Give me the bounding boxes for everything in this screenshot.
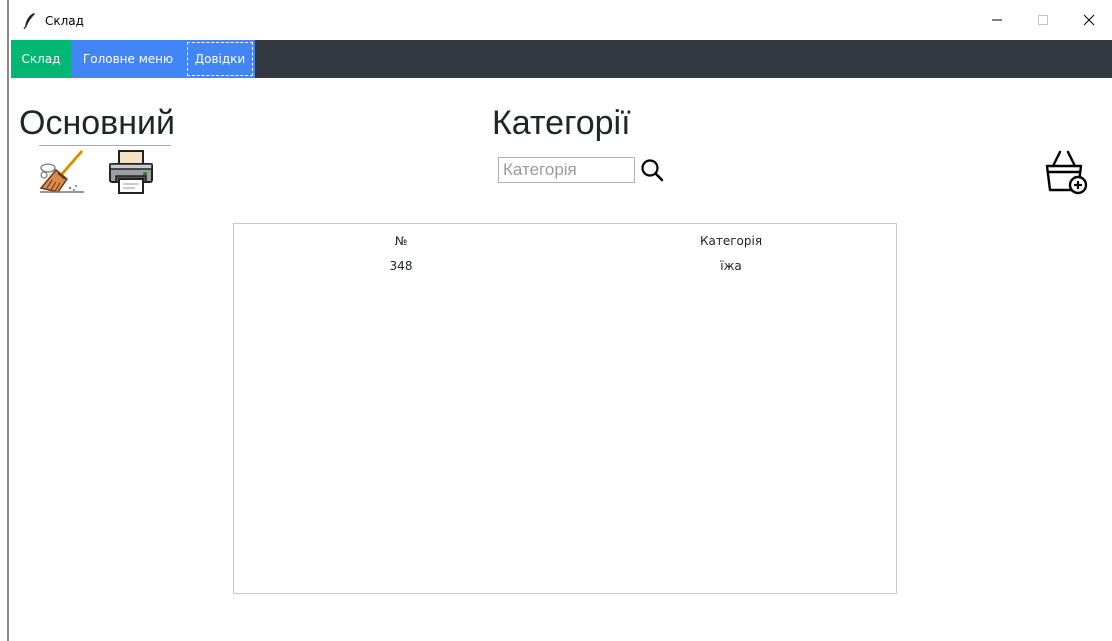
search-icon	[641, 159, 664, 182]
add-category-button[interactable]	[1041, 148, 1093, 196]
menu-references-button[interactable]: Довідки	[185, 40, 255, 78]
column-header-category[interactable]: Категорія	[700, 234, 762, 248]
minimize-button[interactable]	[974, 0, 1020, 40]
basket-add-icon	[1045, 150, 1088, 195]
print-button[interactable]	[107, 148, 155, 196]
menu-sklad-button[interactable]: Склад	[11, 40, 71, 78]
title-bar: Склад	[11, 0, 1112, 40]
window-left-edge	[0, 0, 9, 641]
window-title: Склад	[45, 14, 84, 28]
title-separator	[39, 145, 171, 146]
clear-button[interactable]	[38, 148, 86, 196]
broom-icon	[39, 150, 84, 193]
app-window: Склад Склад Головне меню Довідки Основни…	[11, 0, 1112, 641]
maximize-icon	[1038, 15, 1048, 25]
column-header-number[interactable]: №	[395, 234, 407, 248]
focus-outline	[187, 42, 253, 76]
cell-category: їжа	[720, 259, 742, 273]
search-button[interactable]	[639, 157, 665, 183]
categories-title: Категорії	[492, 104, 631, 142]
printer-icon	[109, 150, 153, 194]
close-button[interactable]	[1066, 0, 1112, 40]
close-icon	[1083, 14, 1095, 26]
menu-bar: Склад Головне меню Довідки	[11, 40, 1112, 78]
cell-number: 348	[389, 259, 413, 273]
feather-icon	[23, 13, 35, 30]
menu-main-menu-button[interactable]: Головне меню	[71, 40, 185, 78]
table-row[interactable]: 348 їжа	[234, 256, 896, 276]
main-section-title: Основний	[19, 104, 175, 142]
categories-table[interactable]: № Категорія 348 їжа	[233, 223, 897, 594]
minimize-icon	[992, 19, 1002, 21]
category-search-input[interactable]	[498, 157, 635, 183]
maximize-button[interactable]	[1020, 0, 1066, 40]
